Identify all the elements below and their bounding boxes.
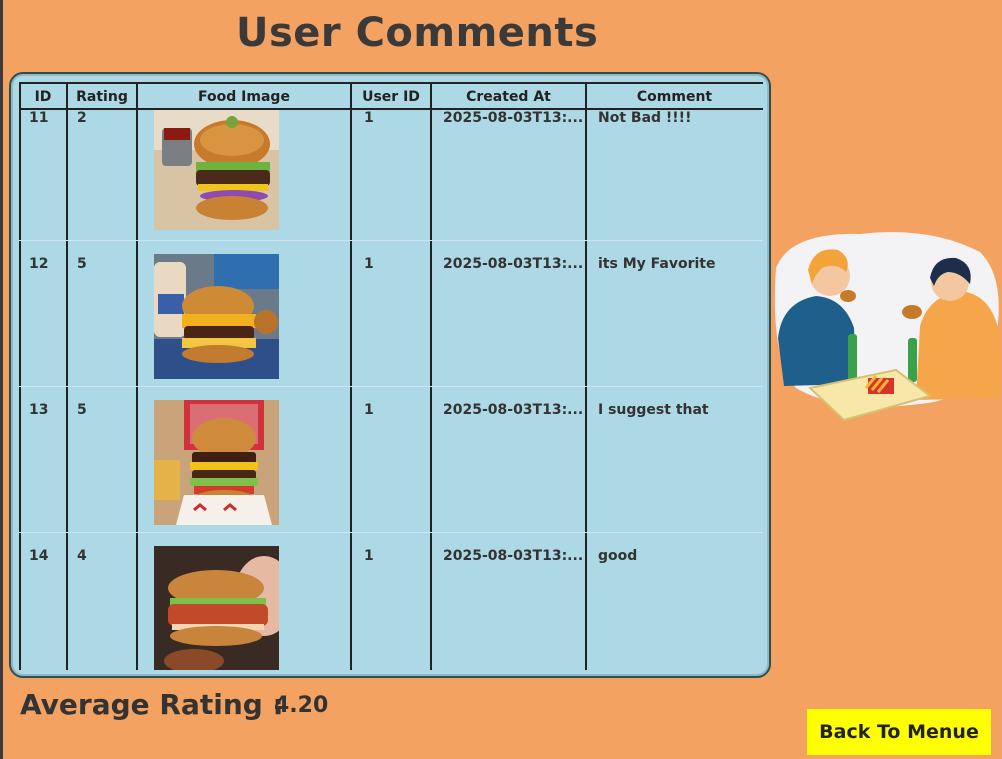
average-rating-label: Average Rating : bbox=[20, 688, 284, 721]
cell-created-at: 2025-08-03T13:... bbox=[443, 110, 584, 126]
cell-comment: its My Favorite bbox=[598, 256, 716, 272]
header-comment[interactable]: Comment bbox=[586, 84, 763, 110]
header-food-image[interactable]: Food Image bbox=[137, 84, 351, 110]
cell-created-at: 2025-08-03T13:... bbox=[443, 256, 584, 272]
burger-image bbox=[154, 546, 279, 670]
cell-user-id: 1 bbox=[364, 402, 374, 418]
back-to-menu-button[interactable]: Back To Menue bbox=[807, 709, 991, 755]
table-row[interactable]: 13 5 1 2025-08-03T13:... I suggest that bbox=[19, 400, 763, 532]
row-divider bbox=[19, 386, 763, 387]
row-divider bbox=[19, 532, 763, 533]
header-id[interactable]: ID bbox=[19, 84, 67, 110]
burger-image bbox=[154, 400, 279, 525]
cell-user-id: 1 bbox=[364, 548, 374, 564]
cell-comment: good bbox=[598, 548, 638, 564]
cell-comment: Not Bad !!!! bbox=[598, 110, 692, 126]
cell-id: 12 bbox=[29, 256, 49, 272]
header-user-id[interactable]: User ID bbox=[351, 84, 431, 110]
cell-id: 13 bbox=[29, 402, 49, 418]
cell-created-at: 2025-08-03T13:... bbox=[443, 402, 584, 418]
cell-id: 11 bbox=[29, 110, 49, 126]
row-divider bbox=[19, 240, 763, 241]
average-rating-value: 4.20 bbox=[274, 693, 329, 718]
cell-rating: 5 bbox=[77, 402, 87, 418]
cell-rating: 4 bbox=[77, 548, 87, 564]
burger-image bbox=[154, 254, 279, 379]
cell-comment: I suggest that bbox=[598, 402, 709, 418]
people-eating-illustration bbox=[770, 228, 1002, 428]
cell-rating: 5 bbox=[77, 256, 87, 272]
header-rating[interactable]: Rating bbox=[67, 84, 137, 110]
burger-image bbox=[154, 110, 279, 230]
cell-user-id: 1 bbox=[364, 256, 374, 272]
table-row[interactable]: 11 2 1 2025-08-03T13:... Not Bad !!!! bbox=[19, 110, 763, 240]
cell-id: 14 bbox=[29, 548, 49, 564]
page-title: User Comments bbox=[236, 10, 599, 56]
header-created-at[interactable]: Created At bbox=[431, 84, 586, 110]
comments-table: ID Rating Food Image User ID Created At … bbox=[9, 72, 771, 678]
cell-user-id: 1 bbox=[364, 110, 374, 126]
window-edge bbox=[0, 0, 3, 759]
table-row[interactable]: 14 4 1 2025-08-03T13:... good bbox=[19, 546, 763, 670]
table-row[interactable]: 12 5 1 2025-08-03T13:... its My Favorite bbox=[19, 254, 763, 386]
cell-created-at: 2025-08-03T13:... bbox=[443, 548, 584, 564]
table-header: ID Rating Food Image User ID Created At … bbox=[19, 82, 763, 110]
cell-rating: 2 bbox=[77, 110, 87, 126]
